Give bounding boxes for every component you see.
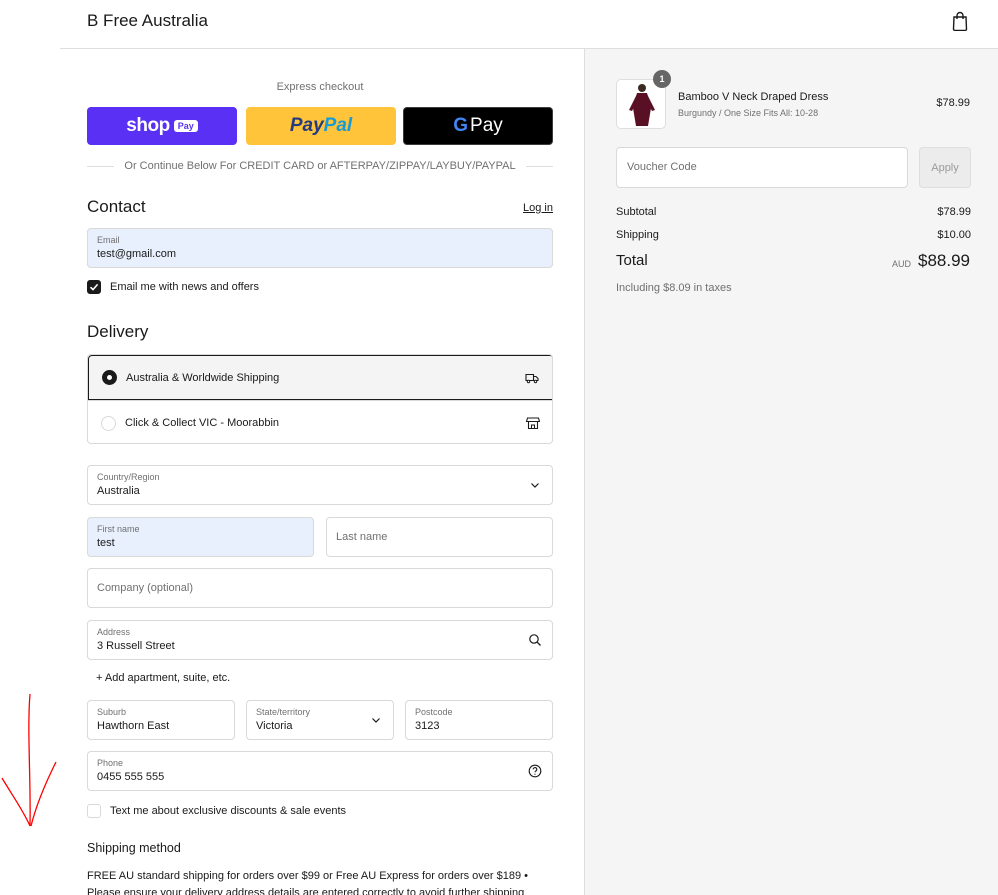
first-name-value: test bbox=[97, 537, 115, 549]
delivery-option-shipping[interactable]: Australia & Worldwide Shipping bbox=[88, 355, 552, 400]
apply-voucher-button[interactable]: Apply bbox=[919, 147, 971, 188]
checkmark-icon bbox=[89, 283, 99, 291]
shipping-radio[interactable] bbox=[102, 370, 117, 385]
product-name: Bamboo V Neck Draped Dress bbox=[678, 91, 829, 103]
suburb-field[interactable]: Suburb Hawthorn East bbox=[87, 700, 235, 740]
shop-pay-wordmark: shop bbox=[126, 115, 170, 136]
country-label: Country/Region bbox=[97, 472, 160, 482]
email-value: test@gmail.com bbox=[97, 248, 177, 260]
shop-pay-button[interactable]: shop Pay bbox=[87, 107, 237, 145]
help-circle-icon[interactable] bbox=[528, 764, 542, 778]
phone-field[interactable]: Phone 0455 555 555 bbox=[87, 751, 553, 791]
shop-pay-badge: Pay bbox=[173, 120, 198, 132]
sms-checkbox-label: Text me about exclusive discounts & sale… bbox=[110, 805, 347, 817]
google-pay-label: Pay bbox=[470, 115, 503, 136]
delivery-option-click-collect[interactable]: Click & Collect VIC - Moorabbin bbox=[88, 400, 552, 443]
total-currency: AUD bbox=[891, 259, 911, 269]
chevron-down-icon bbox=[531, 483, 539, 488]
suburb-value: Hawthorn East bbox=[97, 720, 170, 732]
store-name[interactable]: B Free Australia bbox=[87, 11, 208, 31]
shipping-option-label: Australia & Worldwide Shipping bbox=[126, 371, 280, 384]
tax-note: Including $8.09 in taxes bbox=[616, 282, 732, 294]
divider-text: Or Continue Below For CREDIT CARD or AFT… bbox=[124, 160, 516, 172]
shipping-method-text: FREE AU standard shipping for orders ove… bbox=[87, 870, 529, 895]
news-checkbox-row[interactable]: Email me with news and offers bbox=[87, 280, 259, 294]
paypal-wordmark-pay: Pay bbox=[289, 115, 324, 136]
google-g-icon: G bbox=[453, 115, 469, 136]
email-field[interactable]: Email test@gmail.com bbox=[87, 228, 553, 268]
search-icon[interactable] bbox=[528, 633, 542, 647]
order-summary: 1 Bamboo V Neck Draped Dress Burgundy / … bbox=[584, 49, 998, 895]
address-label: Address bbox=[97, 627, 131, 637]
click-collect-radio[interactable] bbox=[101, 415, 116, 431]
shopping-bag-icon[interactable] bbox=[951, 11, 969, 31]
delivery-title: Delivery bbox=[87, 322, 149, 341]
postcode-value: 3123 bbox=[415, 720, 440, 732]
email-label: Email bbox=[97, 235, 120, 245]
subtotal-value: $78.99 bbox=[937, 206, 971, 218]
address-field[interactable]: Address 3 Russell Street bbox=[87, 620, 553, 660]
sms-checkbox[interactable] bbox=[87, 804, 101, 818]
payment-divider: Or Continue Below For CREDIT CARD or AFT… bbox=[87, 160, 554, 172]
country-value: Australia bbox=[97, 485, 140, 497]
quantity-badge: 1 bbox=[653, 70, 671, 88]
product-variant: Burgundy / One Size Fits All: 10-28 bbox=[678, 108, 819, 118]
click-collect-option-label: Click & Collect VIC - Moorabbin bbox=[125, 417, 280, 429]
postcode-label: Postcode bbox=[415, 707, 453, 717]
state-select[interactable]: State/territory Victoria bbox=[246, 700, 394, 740]
contact-title: Contact bbox=[87, 197, 146, 216]
truck-icon bbox=[525, 373, 539, 383]
state-label: State/territory bbox=[256, 707, 311, 717]
add-apartment-link[interactable]: + Add apartment, suite, etc. bbox=[96, 672, 230, 684]
phone-label: Phone bbox=[97, 758, 124, 768]
news-checkbox-label: Email me with news and offers bbox=[110, 281, 259, 293]
first-name-label: First name bbox=[97, 524, 140, 534]
total-label: Total bbox=[616, 252, 648, 269]
paypal-button[interactable]: Pay Pal bbox=[246, 107, 396, 145]
postcode-field[interactable]: Postcode 3123 bbox=[405, 700, 553, 740]
company-field[interactable]: Company (optional) bbox=[87, 568, 553, 608]
express-checkout-title: Express checkout bbox=[276, 81, 364, 93]
first-name-field[interactable]: First name test bbox=[87, 517, 314, 557]
product-price: $78.99 bbox=[936, 97, 970, 109]
divider-line-left bbox=[87, 165, 115, 167]
suburb-label: Suburb bbox=[97, 707, 127, 717]
google-pay-button[interactable]: G Pay bbox=[403, 107, 553, 145]
subtotal-label: Subtotal bbox=[616, 206, 657, 218]
voucher-code-input[interactable]: Voucher Code bbox=[616, 147, 908, 188]
company-placeholder: Company (optional) bbox=[97, 582, 193, 594]
chevron-down-icon bbox=[372, 718, 380, 723]
address-value: 3 Russell Street bbox=[97, 640, 175, 652]
phone-value: 0455 555 555 bbox=[97, 771, 165, 783]
sms-checkbox-row[interactable]: Text me about exclusive discounts & sale… bbox=[87, 804, 346, 818]
delivery-options: Australia & Worldwide Shipping Click & C… bbox=[87, 354, 553, 444]
paypal-wordmark-pal: Pal bbox=[323, 115, 353, 136]
shipping-label: Shipping bbox=[616, 229, 659, 241]
state-value: Victoria bbox=[256, 720, 293, 732]
voucher-placeholder: Voucher Code bbox=[627, 161, 697, 173]
news-checkbox[interactable] bbox=[87, 280, 101, 294]
shipping-method-title: Shipping method bbox=[87, 841, 181, 855]
last-name-field[interactable]: Last name bbox=[326, 517, 553, 557]
login-link[interactable]: Log in bbox=[523, 202, 553, 214]
store-icon bbox=[526, 417, 540, 430]
total-value: $88.99 bbox=[918, 251, 970, 270]
shipping-value: $10.00 bbox=[937, 229, 971, 241]
red-arrow-annotation bbox=[1, 693, 57, 827]
divider-line-right bbox=[525, 165, 554, 167]
country-select[interactable]: Country/Region Australia bbox=[87, 465, 553, 505]
last-name-placeholder: Last name bbox=[336, 531, 388, 543]
header: B Free Australia bbox=[60, 0, 998, 49]
